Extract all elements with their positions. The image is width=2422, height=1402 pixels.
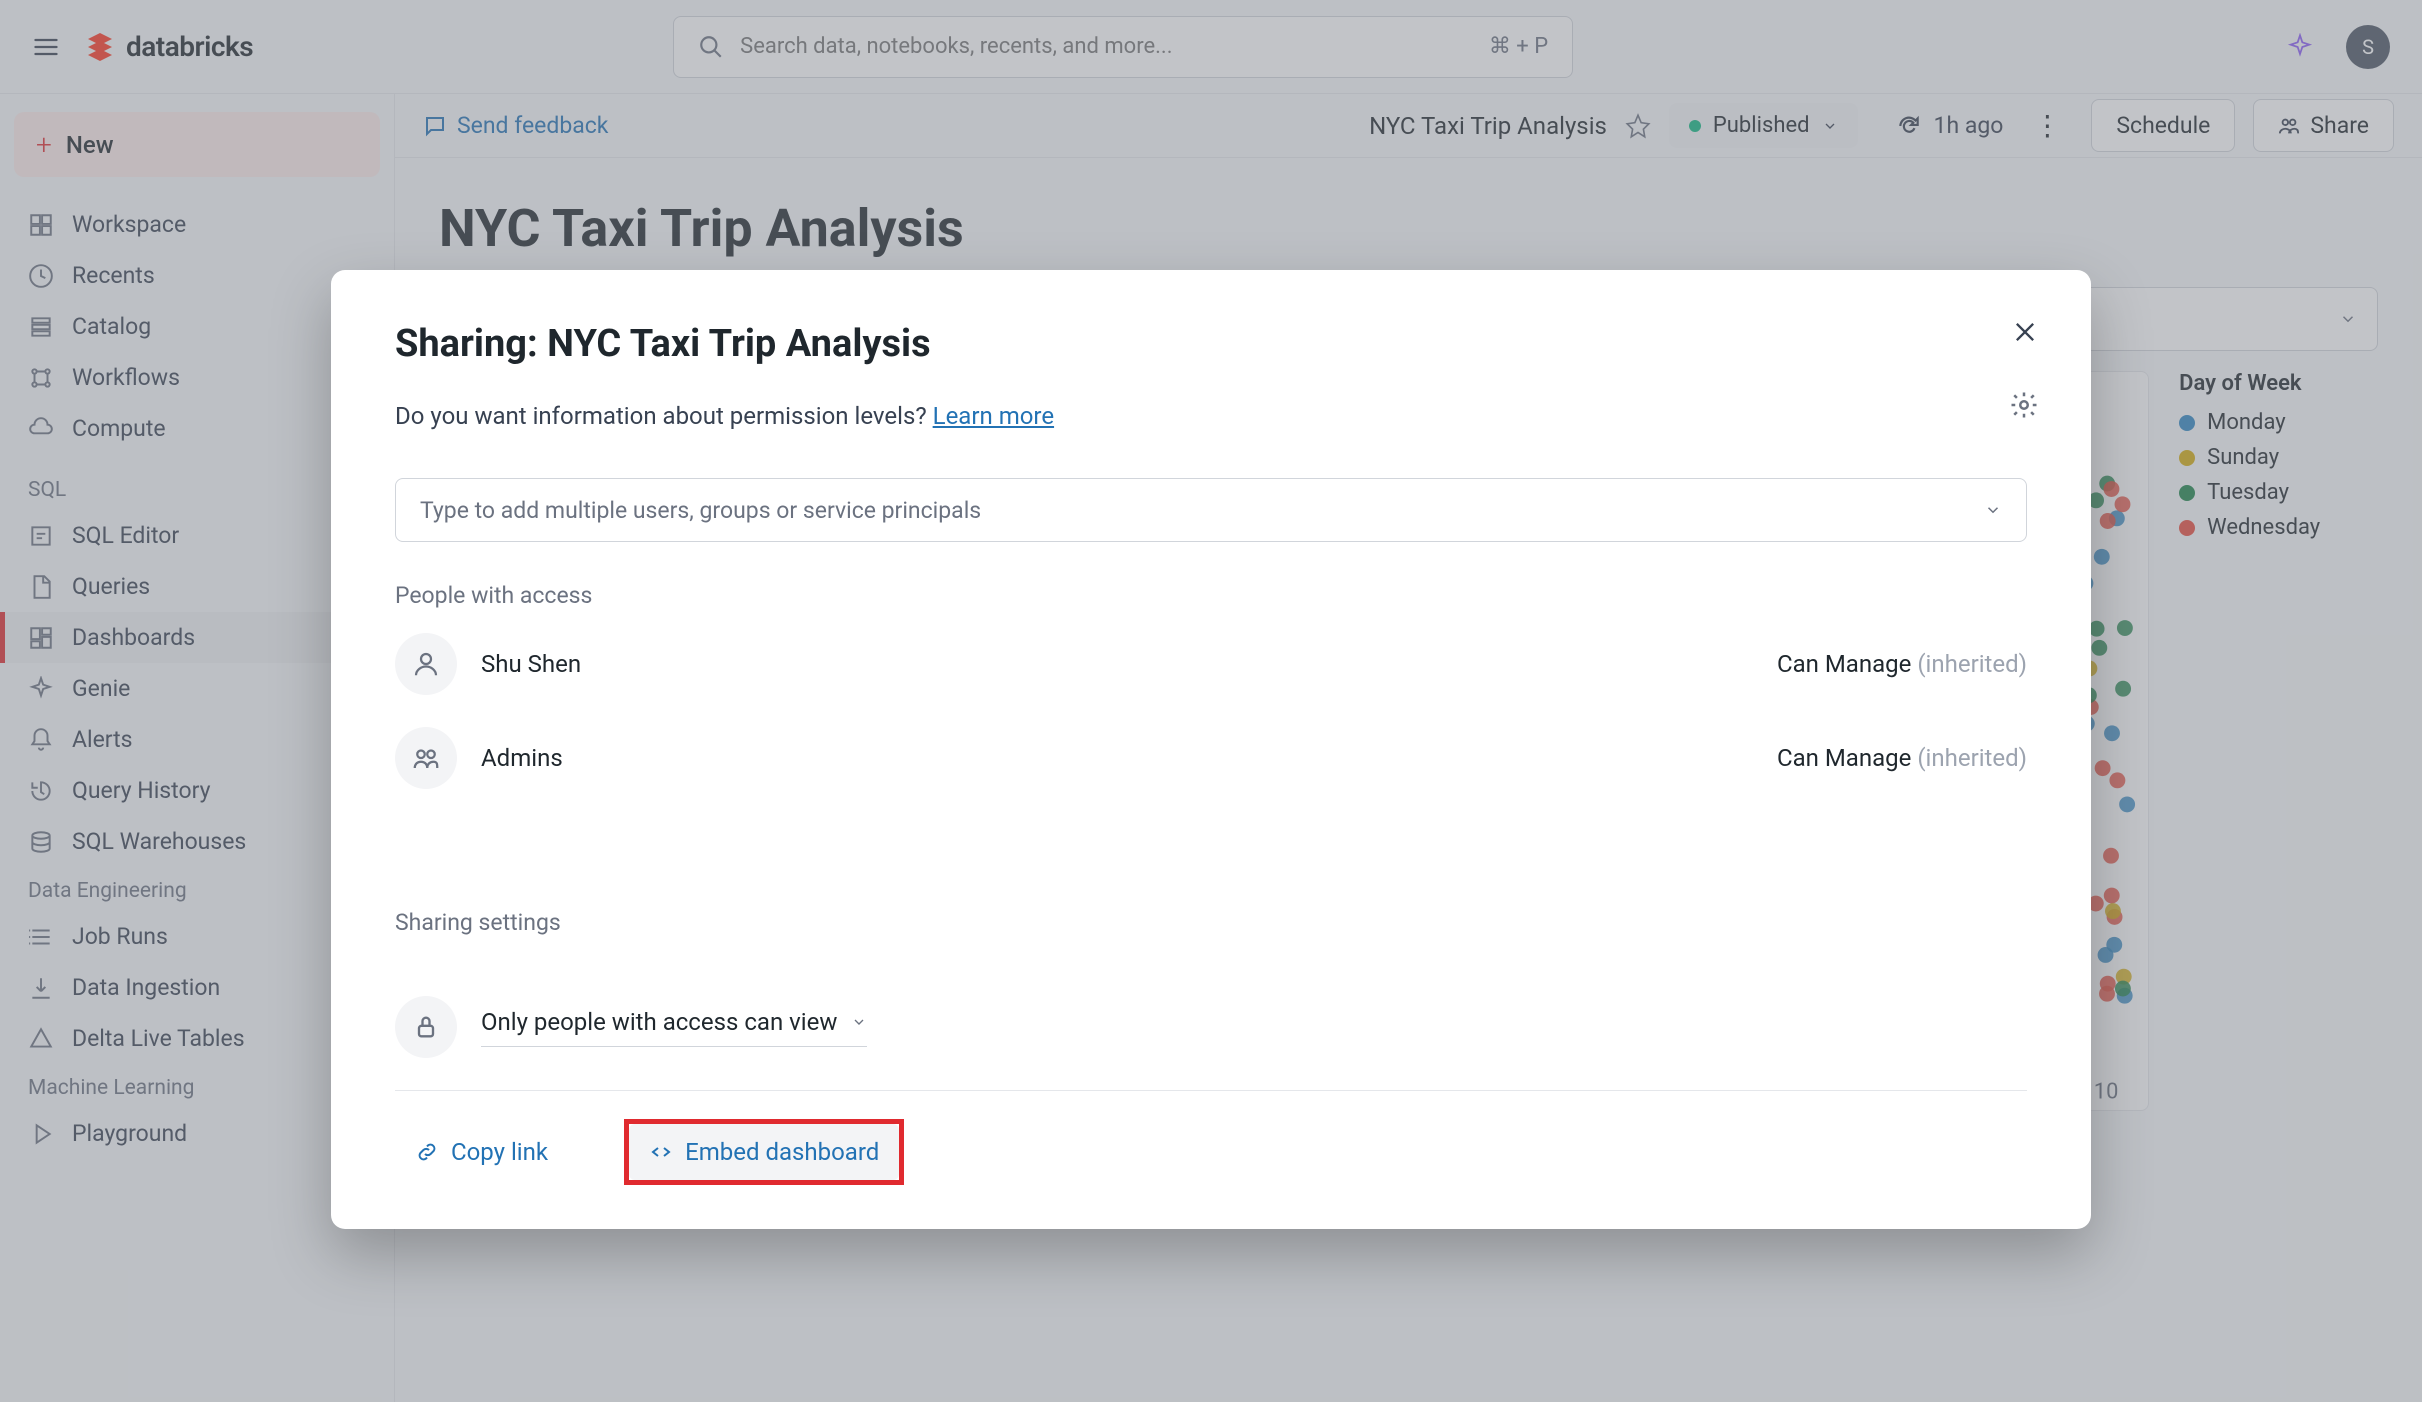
group-icon xyxy=(395,727,457,789)
people-with-access-label: People with access xyxy=(395,582,2027,609)
access-permission: Can Manage (inherited) xyxy=(1777,744,2027,772)
access-permission: Can Manage (inherited) xyxy=(1777,650,2027,678)
access-name: Shu Shen xyxy=(481,650,1753,678)
access-row: Admins Can Manage (inherited) xyxy=(395,727,2027,789)
sharing-settings-label: Sharing settings xyxy=(395,909,2027,936)
copy-link-button[interactable]: Copy link xyxy=(395,1124,568,1180)
chevron-down-icon xyxy=(1984,501,2002,519)
embed-dashboard-button[interactable]: Embed dashboard xyxy=(629,1124,899,1180)
chevron-down-icon xyxy=(851,1014,867,1030)
embed-dashboard-highlight: Embed dashboard xyxy=(624,1119,904,1185)
link-icon xyxy=(415,1140,439,1164)
user-icon xyxy=(395,633,457,695)
lock-icon xyxy=(395,996,457,1058)
permission-info-text: Do you want information about permission… xyxy=(395,402,2027,430)
gear-icon[interactable] xyxy=(2009,390,2039,420)
close-icon[interactable] xyxy=(2011,318,2039,346)
code-icon xyxy=(649,1140,673,1164)
add-users-input[interactable]: Type to add multiple users, groups or se… xyxy=(395,478,2027,542)
learn-more-link[interactable]: Learn more xyxy=(933,402,1054,430)
access-row: Shu Shen Can Manage (inherited) xyxy=(395,633,2027,695)
modal-title: Sharing: NYC Taxi Trip Analysis xyxy=(395,322,2027,366)
modal-overlay[interactable]: Sharing: NYC Taxi Trip Analysis Do you w… xyxy=(0,0,2422,1402)
visibility-select[interactable]: Only people with access can view xyxy=(481,1008,867,1047)
sharing-modal: Sharing: NYC Taxi Trip Analysis Do you w… xyxy=(331,270,2091,1229)
access-name: Admins xyxy=(481,744,1753,772)
